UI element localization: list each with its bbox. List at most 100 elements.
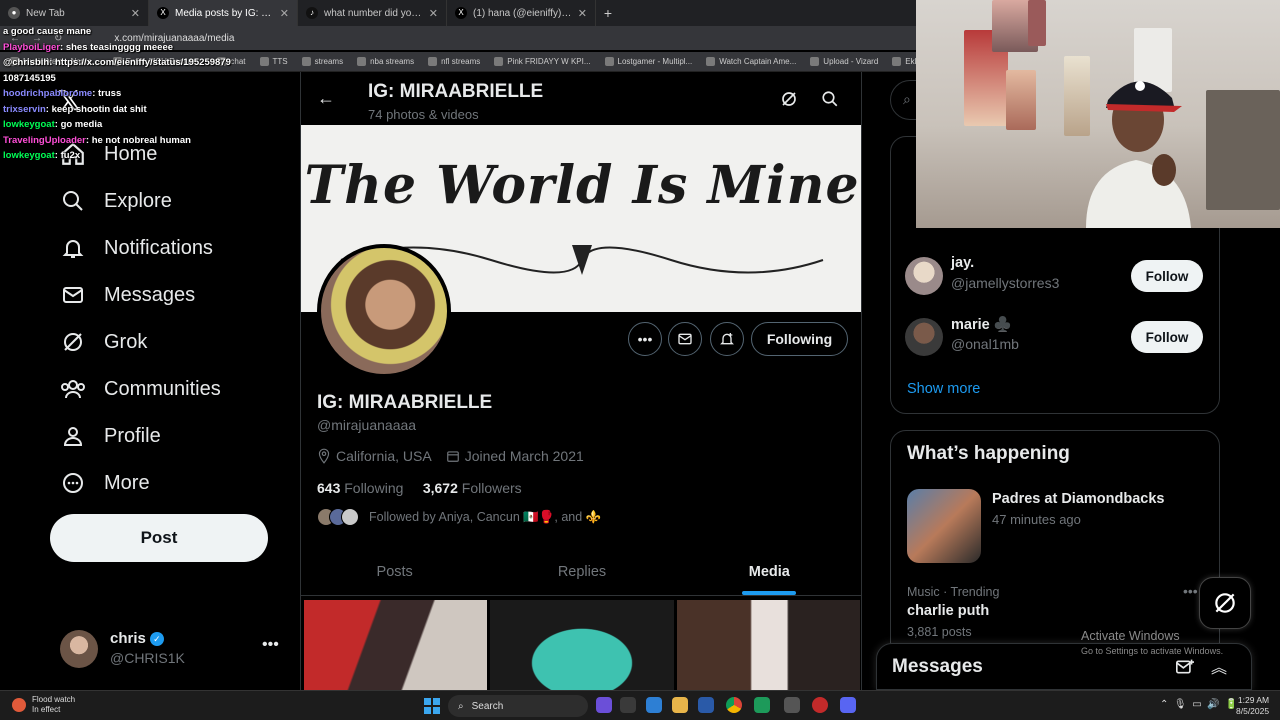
chrome-icon[interactable] (726, 697, 742, 713)
profile-meta: California, USA Joined March 2021 (317, 448, 598, 464)
obs-icon[interactable] (784, 697, 800, 713)
bookmark-label: nfl streams (441, 57, 481, 66)
bookmark-item[interactable]: streams (301, 57, 343, 66)
bookmark-item[interactable]: nba streams (357, 57, 414, 66)
compose-message-icon[interactable] (1175, 658, 1195, 681)
message-button[interactable] (668, 322, 702, 356)
list-item[interactable]: jay. @jamellystorres3 Follow (905, 255, 1205, 299)
following-stat[interactable]: 643 Following (317, 480, 403, 496)
chat-message: PlayboiLiger: shes teasingggg meeee (0, 40, 235, 56)
browser-tab-media-posts[interactable]: X Media posts by IG: MIRAABRIELLE ✕ (149, 0, 298, 26)
new-tab-button[interactable]: + (596, 5, 620, 21)
nav-item-explore[interactable]: Explore (58, 181, 172, 221)
opera-icon[interactable] (812, 697, 828, 713)
system-tray[interactable]: ⌃ 🎙 ▭ 🔊 🔋 (1160, 699, 1238, 710)
nav-item-profile[interactable]: Profile (58, 416, 161, 456)
search-icon[interactable] (821, 90, 839, 113)
tab-posts[interactable]: Posts (301, 548, 488, 595)
bookmark-label: Pink FRIDAYY W KPI... (507, 57, 591, 66)
following-count: 643 (317, 480, 341, 496)
followed-by-text: Followed by Aniya, Cancun 🇲🇽🥊, and ⚜️ (369, 509, 602, 524)
bookmark-icon (259, 57, 269, 66)
tab-media[interactable]: Media (676, 548, 861, 595)
close-icon[interactable]: ✕ (578, 7, 587, 20)
trend-title[interactable]: charlie puth (907, 603, 989, 619)
grok-floating-button[interactable] (1199, 577, 1251, 629)
following-word: Following (344, 480, 404, 496)
user-name: marie ♣️ (951, 317, 1012, 333)
bookmark-item[interactable]: TTS (259, 57, 288, 66)
follow-button[interactable]: Follow (1131, 321, 1203, 353)
taskbar-search[interactable]: ⌕ Search (448, 695, 588, 717)
chat-message: @chrisbih: https://x.com/eieniffy/status… (0, 55, 235, 86)
trend-image[interactable] (907, 489, 981, 563)
browser-tab-tiktok[interactable]: ♪ what number did you pick? 😂 ✕ (298, 0, 447, 26)
nav-item-grok[interactable]: Grok (58, 322, 147, 362)
bookmark-item[interactable]: Lostgamer - Multipl... (604, 57, 692, 66)
follow-button[interactable]: Follow (1131, 260, 1203, 292)
followed-by[interactable]: Followed by Aniya, Cancun 🇲🇽🥊, and ⚜️ (317, 508, 601, 526)
nav-item-more[interactable]: More (58, 463, 150, 503)
notepad-icon[interactable] (754, 697, 770, 713)
trend-title[interactable]: Padres at Diamondbacks (992, 491, 1164, 507)
file-explorer-icon[interactable] (672, 697, 688, 713)
nav-item-communities[interactable]: Communities (58, 369, 221, 409)
discord-icon[interactable] (840, 697, 856, 713)
bookmark-item[interactable]: Upload - Vizard (810, 57, 878, 66)
chat-message: TravelingUploader: he not nobreal human (0, 133, 235, 149)
bookmark-item[interactable]: Pink FRIDAYY W KPI... (494, 57, 591, 66)
bookmark-item[interactable]: Watch Captain Ame... (706, 57, 796, 66)
browser-tab-hana[interactable]: X (1) hana (@eieniffy) / X ✕ (447, 0, 596, 26)
profile-avatar[interactable] (317, 244, 451, 378)
notify-button[interactable] (710, 322, 744, 356)
streamer-webcam (916, 0, 1280, 228)
app-icon[interactable] (596, 697, 612, 713)
weather-widget[interactable]: Flood watch In effect (12, 695, 75, 715)
grok-icon[interactable] (780, 90, 798, 113)
location-item: California, USA (317, 448, 432, 464)
chat-message: trixservin: keep shootin dat shit (0, 102, 235, 118)
more-dots-icon[interactable]: ••• (262, 636, 279, 654)
bookmark-item[interactable]: nfl streams (428, 57, 480, 66)
list-item[interactable]: marie ♣️ @onal1mb Follow (905, 316, 1205, 360)
store-icon[interactable] (698, 697, 714, 713)
followers-stat[interactable]: 3,672 Followers (423, 480, 522, 496)
more-options-button[interactable]: ••• (628, 322, 662, 356)
browser-tab-new-tab[interactable]: ● New Tab ✕ (0, 0, 149, 26)
search-icon (58, 186, 88, 216)
close-icon[interactable]: ✕ (429, 7, 438, 20)
bookmark-icon (810, 57, 820, 66)
clock[interactable]: 1:29 AM 8/5/2025 (1236, 695, 1269, 717)
followers-count: 3,672 (422, 480, 458, 496)
trend-category: Music · Trending (907, 585, 1000, 599)
media-thumbnail[interactable] (490, 600, 674, 690)
joined-text: Joined March 2021 (464, 448, 584, 464)
media-thumbnail[interactable] (676, 600, 860, 690)
tab-replies[interactable]: Replies (488, 548, 675, 595)
media-thumbnail[interactable] (304, 600, 488, 690)
nav-label: Explore (104, 189, 172, 212)
bookmark-label: Upload - Vizard (823, 57, 879, 66)
banner-text: The World Is Mine (304, 155, 860, 216)
profile-handle: @mirajuanaaaa (317, 417, 417, 433)
show-more-link[interactable]: Show more (907, 381, 980, 397)
account-switcher[interactable]: chris ✓ @CHRIS1K ••• (60, 628, 290, 668)
streamer (1086, 81, 1191, 228)
tab-title: Media posts by IG: MIRAABRIELLE (175, 7, 274, 19)
windows-start-icon[interactable] (424, 698, 440, 714)
clock-date: 8/5/2025 (1236, 706, 1270, 716)
task-view-icon[interactable] (620, 697, 636, 713)
nav-item-notifications[interactable]: Notifications (58, 228, 213, 268)
back-arrow-icon[interactable]: ← (317, 88, 335, 109)
chevron-up-icon[interactable]: ︽ (1211, 654, 1227, 678)
edge-icon[interactable] (646, 697, 662, 713)
more-dots-icon[interactable]: ••• (1183, 583, 1198, 599)
close-icon[interactable]: ✕ (280, 7, 289, 20)
nav-item-messages[interactable]: Messages (58, 275, 195, 315)
following-button[interactable]: Following (751, 322, 848, 356)
close-icon[interactable]: ✕ (131, 7, 140, 20)
post-button[interactable]: Post (50, 514, 268, 562)
grok-icon (1215, 593, 1235, 613)
followers-word: Followers (461, 480, 522, 496)
weather-title: Flood watch (32, 695, 76, 704)
